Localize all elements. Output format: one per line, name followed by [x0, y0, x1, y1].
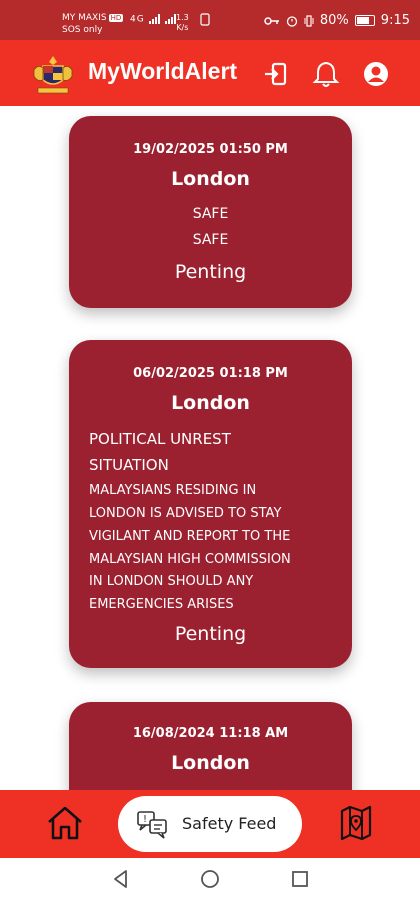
alert-location: London: [171, 752, 250, 774]
alert-card[interactable]: 19/02/2025 01:50 PM London SAFE SAFE Pen…: [69, 116, 352, 308]
system-home-icon[interactable]: [200, 869, 220, 889]
system-nav-bar: [0, 858, 420, 900]
crest-logo: [33, 56, 73, 94]
safety-feed-icon: !: [137, 811, 167, 839]
alert-datetime: 19/02/2025 01:50 PM: [133, 142, 288, 157]
alert-body: SAFE: [192, 232, 229, 248]
alarm-icon: [286, 15, 298, 27]
clock: 9:15: [380, 13, 410, 28]
tab-safety-feed-label: Safety Feed: [182, 814, 277, 833]
network-type: 4G: [130, 14, 145, 25]
home-icon[interactable]: [46, 805, 84, 841]
bell-icon[interactable]: [312, 60, 340, 88]
app-title: MyWorldAlert: [88, 58, 238, 84]
signal-icon: [148, 14, 176, 24]
alert-title: SAFE: [192, 206, 229, 222]
bottom-nav: ! Safety Feed: [0, 790, 420, 858]
carrier-name: MY MAXIS: [62, 13, 107, 23]
svg-text:!: !: [143, 814, 147, 825]
logout-icon[interactable]: [262, 60, 290, 88]
safety-feed-list[interactable]: 19/02/2025 01:50 PM London SAFE SAFE Pen…: [0, 106, 420, 790]
map-icon[interactable]: [338, 803, 374, 843]
alert-location: London: [171, 168, 250, 190]
back-icon[interactable]: [112, 869, 130, 889]
alert-body-line: EMERGENCIES ARISES: [89, 597, 234, 612]
alert-body-line: IN LONDON SHOULD ANY: [89, 574, 254, 589]
alert-body-line: MALAYSIAN HIGH COMMISSION: [89, 552, 291, 567]
alert-title-line: POLITICAL UNREST: [89, 430, 231, 448]
battery-icon: [354, 15, 375, 26]
sim-icon: [200, 13, 210, 26]
vibrate-icon: [304, 14, 314, 27]
alert-title-line: SITUATION: [89, 456, 169, 474]
alert-card[interactable]: 16/08/2024 11:18 AM London: [69, 702, 352, 790]
alert-datetime: 16/08/2024 11:18 AM: [132, 726, 289, 741]
right-status: 80% 9:15: [264, 13, 410, 28]
app-header: MyWorldAlert: [0, 40, 420, 106]
alert-status: Penting: [174, 623, 247, 645]
alert-location: London: [171, 392, 250, 414]
battery-percent: 80%: [319, 13, 349, 28]
carrier-info: MY MAXIS HD SOS only: [62, 12, 124, 36]
account-icon[interactable]: [362, 60, 390, 88]
key-icon: [264, 16, 279, 25]
alert-datetime: 06/02/2025 01:18 PM: [133, 366, 288, 381]
sos-label: SOS only: [62, 25, 103, 35]
alert-body-line: VIGILANT AND REPORT TO THE: [89, 529, 291, 544]
recents-icon[interactable]: [291, 870, 309, 888]
speed-unit: K/s: [176, 23, 189, 32]
alert-card[interactable]: 06/02/2025 01:18 PM London POLITICAL UNR…: [69, 340, 352, 668]
alert-body-line: MALAYSIANS RESIDING IN: [89, 483, 257, 498]
alert-body-line: LONDON IS ADVISED TO STAY: [89, 506, 282, 521]
tab-safety-feed[interactable]: ! Safety Feed: [118, 796, 302, 852]
speed-value: 1.3: [176, 13, 189, 22]
network-speed: 1.3 K/s: [176, 13, 189, 33]
signal-icons: 4G: [130, 14, 177, 25]
status-bar: MY MAXIS HD SOS only 4G 1.3 K/s 80% 9:15: [0, 0, 420, 40]
alert-status: Penting: [174, 261, 247, 283]
hd-badge: HD: [108, 14, 124, 22]
